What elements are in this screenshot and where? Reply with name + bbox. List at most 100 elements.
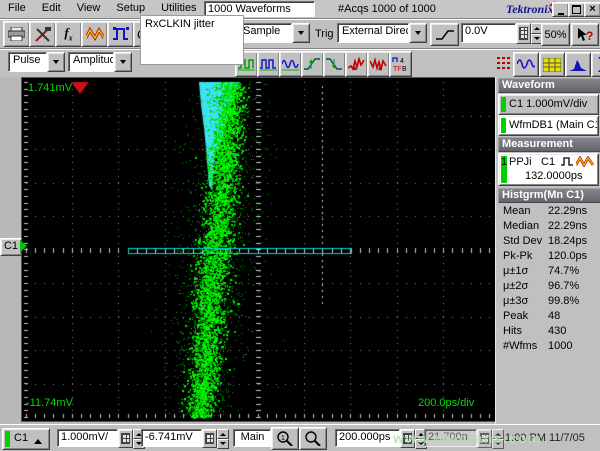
horizontal-position-input[interactable]: 21.700n (424, 429, 477, 447)
measure-sine-button[interactable] (279, 51, 302, 77)
measurement-name: PPJi (509, 156, 532, 168)
menu-file[interactable]: File (0, 0, 34, 16)
minimize-button[interactable] (552, 2, 569, 17)
combo-arrow-icon[interactable] (47, 52, 65, 72)
combo-arrow-icon[interactable] (114, 52, 132, 72)
trigger-source-value: External Direct (337, 23, 409, 43)
measurement-index: 1 (501, 156, 507, 168)
stat-row-median: Median22.29ns (503, 220, 599, 235)
pulse-edit-button[interactable] (107, 21, 134, 47)
measurement-item[interactable]: 1 PPJi C1 132.0000ps (498, 153, 599, 186)
oscilloscope-app-window: { "window": { "waveforms_field": "1000 W… (0, 0, 600, 450)
channel-marker-label: C1 (4, 240, 18, 252)
rising-edge-icon (436, 29, 454, 41)
stat-value: 1000 (548, 340, 572, 352)
magnifier-icon: 1 (277, 431, 293, 446)
measure-more-button[interactable]: 4 TF B (389, 51, 412, 77)
magnifier-icon (305, 431, 321, 446)
stat-label: Mean (503, 205, 531, 217)
measurement-class-combo[interactable]: Pulse (8, 52, 65, 72)
stat-value: 74.7% (548, 265, 579, 277)
horizontal-scale-input[interactable]: 200.000ps (335, 429, 400, 447)
keypad-icon[interactable] (516, 23, 531, 44)
tektronix-logo: Tektronix (506, 2, 554, 17)
vertical-offset-input[interactable]: -6.741mV (141, 429, 202, 447)
restore-icon (572, 5, 581, 14)
zoom-in-button[interactable]: 1 (271, 427, 299, 450)
help-cursor-icon: ? (577, 28, 593, 42)
waveform-item-c1-label: C1 1.000mV/div (509, 98, 587, 110)
measurement-type-value: Amplitude (68, 52, 114, 72)
svg-text:B: B (402, 66, 407, 72)
histogram-section-header: Histgrm(Mn C1) (498, 188, 600, 203)
svg-text:TF: TF (393, 66, 402, 72)
vertical-top-label: 1.741mV (28, 82, 72, 94)
vertical-scale-group: 1.000mV/ (57, 429, 145, 448)
combo-arrow-icon[interactable] (292, 23, 310, 43)
channel-color-bar (501, 97, 506, 112)
tools-button[interactable] (29, 21, 56, 47)
keypad-icon[interactable] (202, 429, 217, 448)
blue-pulse-icon (113, 27, 129, 41)
menu-bar: FileEditViewSetupUtilitiesHelp 1000 Wave… (0, 0, 600, 19)
channel-marker-c1[interactable]: C1 (0, 238, 22, 256)
print-button[interactable] (3, 21, 30, 47)
bowtie-display-button[interactable] (591, 52, 600, 77)
horizontal-position-group: 21.700n (424, 429, 504, 448)
measurement-type-combo[interactable]: Amplitude (68, 52, 132, 72)
menu-setup[interactable]: Setup (108, 0, 153, 16)
stat-row-peak: Peak48 (503, 310, 599, 325)
rise-time-icon (304, 57, 321, 71)
set-50pct-button[interactable]: 50% (541, 23, 570, 46)
display-wave-button[interactable] (513, 52, 539, 77)
vertical-bottom-label: -11.74mV (26, 397, 73, 409)
trigger-slope-button[interactable] (430, 23, 459, 46)
math-button[interactable]: fx (55, 21, 82, 47)
acquisition-mode-combo[interactable]: Sample (238, 23, 310, 43)
measure-pulse-button[interactable] (257, 51, 280, 77)
printer-icon (8, 27, 25, 41)
measure-jitter2-button[interactable] (367, 51, 390, 77)
waveform-button[interactable] (81, 21, 108, 47)
stat-label: Median (503, 220, 539, 232)
stat-row-mean: Mean22.29ns (503, 205, 599, 220)
stat-label: μ±1σ (503, 265, 528, 277)
horizontal-position-spinner[interactable] (492, 429, 504, 448)
sine-display-icon (517, 58, 535, 71)
channel-marker-arrow-icon (20, 240, 33, 252)
trigger-level-input[interactable]: 0.0V (461, 23, 516, 43)
zoom-out-button[interactable] (299, 427, 327, 450)
svg-text:4: 4 (400, 58, 404, 65)
histogram-display-button[interactable] (565, 52, 591, 77)
main-toolbar: fx C Sample Trig External Direct 0.0V 50… (0, 20, 600, 48)
measure-risetime-button[interactable] (301, 51, 324, 77)
vertical-offset-spinner[interactable] (217, 429, 229, 448)
keypad-icon[interactable] (400, 429, 415, 448)
waveform-display-canvas[interactable] (22, 78, 493, 419)
waveform-item-wfmdb1[interactable]: WfmDB1 (Main C1 (498, 115, 599, 136)
measure-jitter1-button[interactable] (345, 51, 368, 77)
clock-display: 1:00 PM 11/7/05 (505, 432, 585, 444)
readout-panel: Waveform C1 1.000mV/div WfmDB1 (Main C1 … (495, 77, 600, 424)
red-dashes-icon (497, 56, 511, 70)
display-grid-button[interactable] (539, 52, 565, 77)
stat-value: 430 (548, 325, 566, 337)
menu-view[interactable]: View (69, 0, 109, 16)
measurement-section-header: Measurement (498, 137, 600, 152)
channel-select-button[interactable]: C1 (2, 428, 50, 450)
acqs-status: #Acqs 1000 of 1000 (338, 3, 436, 15)
keypad-icon[interactable] (477, 429, 492, 448)
waveform-item-c1[interactable]: C1 1.000mV/div (498, 94, 599, 115)
menu-edit[interactable]: Edit (34, 0, 69, 16)
combo-arrow-icon[interactable] (409, 23, 427, 43)
restore-button[interactable] (568, 2, 585, 17)
vertical-scale-input[interactable]: 1.000mV/ (57, 429, 118, 447)
menu-utilities[interactable]: Utilities (153, 0, 204, 16)
close-button[interactable]: × (584, 2, 600, 17)
timebase-select[interactable]: Main (233, 429, 271, 447)
measure-falltime-button[interactable] (323, 51, 346, 77)
fall-time-icon (326, 57, 343, 71)
context-help-button[interactable]: ? (571, 23, 599, 46)
trigger-source-combo[interactable]: External Direct (337, 23, 427, 43)
keypad-icon[interactable] (118, 429, 133, 448)
